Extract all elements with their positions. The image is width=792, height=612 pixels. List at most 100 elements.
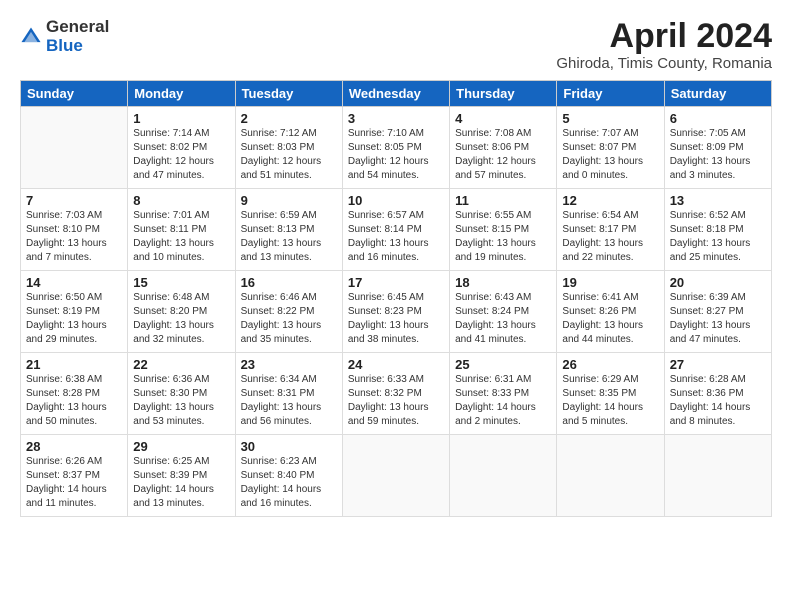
day-number: 23 <box>241 357 337 372</box>
day-number: 17 <box>348 275 444 290</box>
day-info: Sunrise: 6:34 AM Sunset: 8:31 PM Dayligh… <box>241 373 337 429</box>
calendar-week-row-2: 14Sunrise: 6:50 AM Sunset: 8:19 PM Dayli… <box>21 271 772 353</box>
calendar-week-row-1: 7Sunrise: 7:03 AM Sunset: 8:10 PM Daylig… <box>21 189 772 271</box>
day-number: 8 <box>133 193 229 208</box>
calendar-cell: 25Sunrise: 6:31 AM Sunset: 8:33 PM Dayli… <box>450 353 557 435</box>
calendar-header-row: Sunday Monday Tuesday Wednesday Thursday… <box>21 81 772 107</box>
day-number: 25 <box>455 357 551 372</box>
calendar-cell: 16Sunrise: 6:46 AM Sunset: 8:22 PM Dayli… <box>235 271 342 353</box>
calendar-week-row-4: 28Sunrise: 6:26 AM Sunset: 8:37 PM Dayli… <box>21 435 772 517</box>
day-number: 11 <box>455 193 551 208</box>
day-info: Sunrise: 7:07 AM Sunset: 8:07 PM Dayligh… <box>562 127 658 183</box>
day-info: Sunrise: 7:12 AM Sunset: 8:03 PM Dayligh… <box>241 127 337 183</box>
day-number: 18 <box>455 275 551 290</box>
day-number: 5 <box>562 111 658 126</box>
calendar-cell: 24Sunrise: 6:33 AM Sunset: 8:32 PM Dayli… <box>342 353 449 435</box>
day-info: Sunrise: 6:41 AM Sunset: 8:26 PM Dayligh… <box>562 291 658 347</box>
col-sunday: Sunday <box>21 81 128 107</box>
header: General Blue April 2024 Ghiroda, Timis C… <box>20 18 772 72</box>
day-info: Sunrise: 6:25 AM Sunset: 8:39 PM Dayligh… <box>133 455 229 511</box>
calendar-cell: 14Sunrise: 6:50 AM Sunset: 8:19 PM Dayli… <box>21 271 128 353</box>
day-info: Sunrise: 7:08 AM Sunset: 8:06 PM Dayligh… <box>455 127 551 183</box>
day-number: 16 <box>241 275 337 290</box>
day-info: Sunrise: 6:48 AM Sunset: 8:20 PM Dayligh… <box>133 291 229 347</box>
day-number: 14 <box>26 275 122 290</box>
day-number: 30 <box>241 439 337 454</box>
day-number: 9 <box>241 193 337 208</box>
day-info: Sunrise: 6:31 AM Sunset: 8:33 PM Dayligh… <box>455 373 551 429</box>
day-number: 21 <box>26 357 122 372</box>
calendar-cell: 11Sunrise: 6:55 AM Sunset: 8:15 PM Dayli… <box>450 189 557 271</box>
day-info: Sunrise: 7:05 AM Sunset: 8:09 PM Dayligh… <box>670 127 766 183</box>
day-info: Sunrise: 7:01 AM Sunset: 8:11 PM Dayligh… <box>133 209 229 265</box>
calendar-cell: 3Sunrise: 7:10 AM Sunset: 8:05 PM Daylig… <box>342 107 449 189</box>
day-number: 24 <box>348 357 444 372</box>
logo-icon <box>20 26 42 48</box>
day-number: 19 <box>562 275 658 290</box>
day-number: 1 <box>133 111 229 126</box>
calendar-cell: 12Sunrise: 6:54 AM Sunset: 8:17 PM Dayli… <box>557 189 664 271</box>
day-number: 26 <box>562 357 658 372</box>
calendar-table: Sunday Monday Tuesday Wednesday Thursday… <box>20 80 772 517</box>
day-info: Sunrise: 6:28 AM Sunset: 8:36 PM Dayligh… <box>670 373 766 429</box>
day-number: 7 <box>26 193 122 208</box>
day-number: 27 <box>670 357 766 372</box>
calendar-cell: 1Sunrise: 7:14 AM Sunset: 8:02 PM Daylig… <box>128 107 235 189</box>
calendar-cell: 5Sunrise: 7:07 AM Sunset: 8:07 PM Daylig… <box>557 107 664 189</box>
calendar-cell: 29Sunrise: 6:25 AM Sunset: 8:39 PM Dayli… <box>128 435 235 517</box>
calendar-cell: 17Sunrise: 6:45 AM Sunset: 8:23 PM Dayli… <box>342 271 449 353</box>
calendar-cell: 27Sunrise: 6:28 AM Sunset: 8:36 PM Dayli… <box>664 353 771 435</box>
calendar-cell: 8Sunrise: 7:01 AM Sunset: 8:11 PM Daylig… <box>128 189 235 271</box>
day-info: Sunrise: 6:55 AM Sunset: 8:15 PM Dayligh… <box>455 209 551 265</box>
calendar-cell: 20Sunrise: 6:39 AM Sunset: 8:27 PM Dayli… <box>664 271 771 353</box>
day-number: 3 <box>348 111 444 126</box>
day-info: Sunrise: 6:50 AM Sunset: 8:19 PM Dayligh… <box>26 291 122 347</box>
day-info: Sunrise: 6:46 AM Sunset: 8:22 PM Dayligh… <box>241 291 337 347</box>
day-info: Sunrise: 6:33 AM Sunset: 8:32 PM Dayligh… <box>348 373 444 429</box>
col-wednesday: Wednesday <box>342 81 449 107</box>
day-number: 2 <box>241 111 337 126</box>
day-info: Sunrise: 7:10 AM Sunset: 8:05 PM Dayligh… <box>348 127 444 183</box>
col-friday: Friday <box>557 81 664 107</box>
day-info: Sunrise: 6:59 AM Sunset: 8:13 PM Dayligh… <box>241 209 337 265</box>
calendar-cell: 4Sunrise: 7:08 AM Sunset: 8:06 PM Daylig… <box>450 107 557 189</box>
calendar-week-row-3: 21Sunrise: 6:38 AM Sunset: 8:28 PM Dayli… <box>21 353 772 435</box>
day-number: 13 <box>670 193 766 208</box>
day-info: Sunrise: 6:45 AM Sunset: 8:23 PM Dayligh… <box>348 291 444 347</box>
day-info: Sunrise: 7:14 AM Sunset: 8:02 PM Dayligh… <box>133 127 229 183</box>
day-number: 10 <box>348 193 444 208</box>
logo-text: General Blue <box>46 18 109 55</box>
calendar-cell <box>664 435 771 517</box>
calendar-cell: 15Sunrise: 6:48 AM Sunset: 8:20 PM Dayli… <box>128 271 235 353</box>
calendar-cell: 23Sunrise: 6:34 AM Sunset: 8:31 PM Dayli… <box>235 353 342 435</box>
col-monday: Monday <box>128 81 235 107</box>
day-info: Sunrise: 6:43 AM Sunset: 8:24 PM Dayligh… <box>455 291 551 347</box>
calendar-cell: 26Sunrise: 6:29 AM Sunset: 8:35 PM Dayli… <box>557 353 664 435</box>
calendar-cell: 10Sunrise: 6:57 AM Sunset: 8:14 PM Dayli… <box>342 189 449 271</box>
day-number: 4 <box>455 111 551 126</box>
calendar-cell: 21Sunrise: 6:38 AM Sunset: 8:28 PM Dayli… <box>21 353 128 435</box>
calendar-cell: 13Sunrise: 6:52 AM Sunset: 8:18 PM Dayli… <box>664 189 771 271</box>
day-number: 12 <box>562 193 658 208</box>
day-number: 29 <box>133 439 229 454</box>
calendar-cell: 19Sunrise: 6:41 AM Sunset: 8:26 PM Dayli… <box>557 271 664 353</box>
day-number: 20 <box>670 275 766 290</box>
calendar-cell: 28Sunrise: 6:26 AM Sunset: 8:37 PM Dayli… <box>21 435 128 517</box>
logo-general: General <box>46 18 109 37</box>
subtitle: Ghiroda, Timis County, Romania <box>556 55 772 72</box>
calendar-cell <box>557 435 664 517</box>
day-info: Sunrise: 6:38 AM Sunset: 8:28 PM Dayligh… <box>26 373 122 429</box>
day-info: Sunrise: 6:52 AM Sunset: 8:18 PM Dayligh… <box>670 209 766 265</box>
day-info: Sunrise: 6:57 AM Sunset: 8:14 PM Dayligh… <box>348 209 444 265</box>
col-tuesday: Tuesday <box>235 81 342 107</box>
day-number: 28 <box>26 439 122 454</box>
calendar-cell: 6Sunrise: 7:05 AM Sunset: 8:09 PM Daylig… <box>664 107 771 189</box>
day-info: Sunrise: 6:36 AM Sunset: 8:30 PM Dayligh… <box>133 373 229 429</box>
calendar-cell <box>21 107 128 189</box>
calendar-cell: 2Sunrise: 7:12 AM Sunset: 8:03 PM Daylig… <box>235 107 342 189</box>
day-info: Sunrise: 6:54 AM Sunset: 8:17 PM Dayligh… <box>562 209 658 265</box>
day-info: Sunrise: 7:03 AM Sunset: 8:10 PM Dayligh… <box>26 209 122 265</box>
day-number: 6 <box>670 111 766 126</box>
day-info: Sunrise: 6:39 AM Sunset: 8:27 PM Dayligh… <box>670 291 766 347</box>
title-block: April 2024 Ghiroda, Timis County, Romani… <box>556 18 772 72</box>
